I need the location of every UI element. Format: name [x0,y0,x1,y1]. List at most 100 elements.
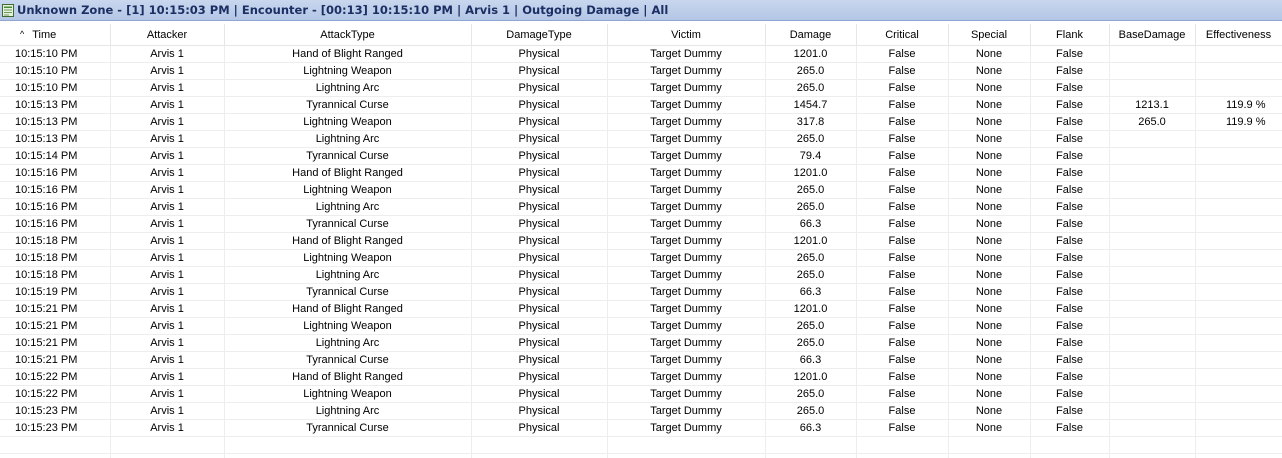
cell-attacker: Arvis 1 [110,232,225,250]
empty-cell [948,436,1031,454]
cell-flank: False [1030,300,1110,318]
cell-special: None [948,317,1031,335]
cell-special: None [948,198,1031,216]
cell-attacktype: Hand of Blight Ranged [224,368,472,386]
column-header-time[interactable]: ^ Time [0,24,111,46]
empty-cell [0,453,111,458]
table-row[interactable]: 10:15:21 PM Arvis 1 Hand of Blight Ranged P… [0,300,1282,318]
column-header-effectiveness[interactable]: Effectiveness [1195,24,1282,46]
cell-damagetype: Physical [471,283,608,301]
cell-time: 10:15:18 PM [0,249,111,267]
cell-flank: False [1030,351,1110,369]
cell-critical: False [856,147,949,165]
table-row[interactable]: 10:15:18 PM Arvis 1 Hand of Blight Ranged P… [0,232,1282,250]
cell-effectiveness [1195,317,1282,335]
cell-damagetype: Physical [471,317,608,335]
empty-cell [765,453,857,458]
table-row[interactable]: 10:15:23 PM Arvis 1 Tyrannical Curse Physic… [0,419,1282,437]
cell-attacker: Arvis 1 [110,283,225,301]
column-header-basedamage[interactable]: BaseDamage [1109,24,1196,46]
table-row[interactable]: 10:15:22 PM Arvis 1 Lightning Weapon Physic… [0,385,1282,403]
cell-time: 10:15:13 PM [0,130,111,148]
cell-flank: False [1030,266,1110,284]
cell-damage: 317.8 [765,113,857,131]
empty-cell [856,436,949,454]
cell-flank: False [1030,130,1110,148]
cell-basedamage [1109,79,1196,97]
cell-damagetype: Physical [471,130,608,148]
grid-view-icon[interactable] [2,3,14,17]
column-header-attacktype[interactable]: AttackType [224,24,472,46]
cell-damagetype: Physical [471,164,608,182]
column-header-victim[interactable]: Victim [607,24,766,46]
cell-flank: False [1030,79,1110,97]
table-row[interactable]: 10:15:21 PM Arvis 1 Lightning Arc Physical T… [0,334,1282,352]
column-header-critical[interactable]: Critical [856,24,949,46]
cell-attacker: Arvis 1 [110,334,225,352]
cell-basedamage [1109,215,1196,233]
empty-cell [607,453,766,458]
cell-attacktype: Hand of Blight Ranged [224,300,472,318]
cell-damage: 66.3 [765,215,857,233]
table-row[interactable]: 10:15:10 PM Arvis 1 Hand of Blight Ranged P… [0,45,1282,63]
cell-basedamage [1109,283,1196,301]
table-row[interactable]: 10:15:16 PM Arvis 1 Lightning Weapon Physic… [0,181,1282,199]
cell-flank: False [1030,334,1110,352]
cell-damage: 66.3 [765,419,857,437]
table-row[interactable]: 10:15:14 PM Arvis 1 Tyrannical Curse Physic… [0,147,1282,165]
cell-attacker: Arvis 1 [110,266,225,284]
table-row[interactable]: 10:15:16 PM Arvis 1 Tyrannical Curse Physic… [0,215,1282,233]
cell-attacker: Arvis 1 [110,300,225,318]
column-header-flank[interactable]: Flank [1030,24,1110,46]
table-row[interactable]: 10:15:19 PM Arvis 1 Tyrannical Curse Physic… [0,283,1282,301]
cell-victim: Target Dummy [607,334,766,352]
cell-damage: 265.0 [765,334,857,352]
cell-basedamage [1109,232,1196,250]
cell-damagetype: Physical [471,147,608,165]
table-row[interactable]: 10:15:16 PM Arvis 1 Hand of Blight Ranged P… [0,164,1282,182]
column-header-label: Special [970,28,1008,41]
table-row[interactable]: 10:15:13 PM Arvis 1 Lightning Weapon Physic… [0,113,1282,131]
window-title-bar: Unknown Zone - [1] 10:15:03 PM | Encount… [0,0,1282,21]
table-row[interactable]: 10:15:18 PM Arvis 1 Lightning Weapon Physic… [0,249,1282,267]
table-row[interactable]: 10:15:10 PM Arvis 1 Lightning Weapon Physic… [0,62,1282,80]
cell-attacktype: Lightning Weapon [224,249,472,267]
cell-time: 10:15:22 PM [0,385,111,403]
cell-damagetype: Physical [471,402,608,420]
column-header-attacker[interactable]: Attacker [110,24,225,46]
table-row[interactable]: 10:15:13 PM Arvis 1 Lightning Arc Physical T… [0,130,1282,148]
table-row[interactable]: 10:15:21 PM Arvis 1 Tyrannical Curse Physic… [0,351,1282,369]
cell-special: None [948,45,1031,63]
empty-cell [1109,453,1196,458]
cell-attacktype: Tyrannical Curse [224,351,472,369]
cell-victim: Target Dummy [607,317,766,335]
cell-basedamage [1109,62,1196,80]
cell-basedamage [1109,317,1196,335]
table-row[interactable]: 10:15:13 PM Arvis 1 Tyrannical Curse Physic… [0,96,1282,114]
table-row[interactable]: 10:15:22 PM Arvis 1 Hand of Blight Ranged P… [0,368,1282,386]
cell-time: 10:15:16 PM [0,164,111,182]
cell-victim: Target Dummy [607,419,766,437]
cell-attacktype: Lightning Arc [224,334,472,352]
cell-time: 10:15:16 PM [0,181,111,199]
cell-basedamage [1109,334,1196,352]
column-header-damagetype[interactable]: DamageType [471,24,608,46]
empty-cell [1109,436,1196,454]
damage-log-grid[interactable]: ^ Time Attacker AttackType DamageType Victim D… [0,24,1282,458]
table-row[interactable]: 10:15:18 PM Arvis 1 Lightning Arc Physical T… [0,266,1282,284]
cell-flank: False [1030,419,1110,437]
cell-effectiveness [1195,45,1282,63]
cell-victim: Target Dummy [607,62,766,80]
cell-attacker: Arvis 1 [110,147,225,165]
table-row[interactable]: 10:15:21 PM Arvis 1 Lightning Weapon Physic… [0,317,1282,335]
sort-ascending-icon: ^ [20,28,25,39]
cell-damagetype: Physical [471,419,608,437]
table-row[interactable]: 10:15:10 PM Arvis 1 Lightning Arc Physical T… [0,79,1282,97]
cell-attacktype: Lightning Weapon [224,317,472,335]
column-header-special[interactable]: Special [948,24,1031,46]
table-row[interactable]: 10:15:23 PM Arvis 1 Lightning Arc Physical T… [0,402,1282,420]
cell-damage: 1201.0 [765,368,857,386]
table-row[interactable]: 10:15:16 PM Arvis 1 Lightning Arc Physical T… [0,198,1282,216]
column-header-damage[interactable]: Damage [765,24,857,46]
cell-critical: False [856,113,949,131]
